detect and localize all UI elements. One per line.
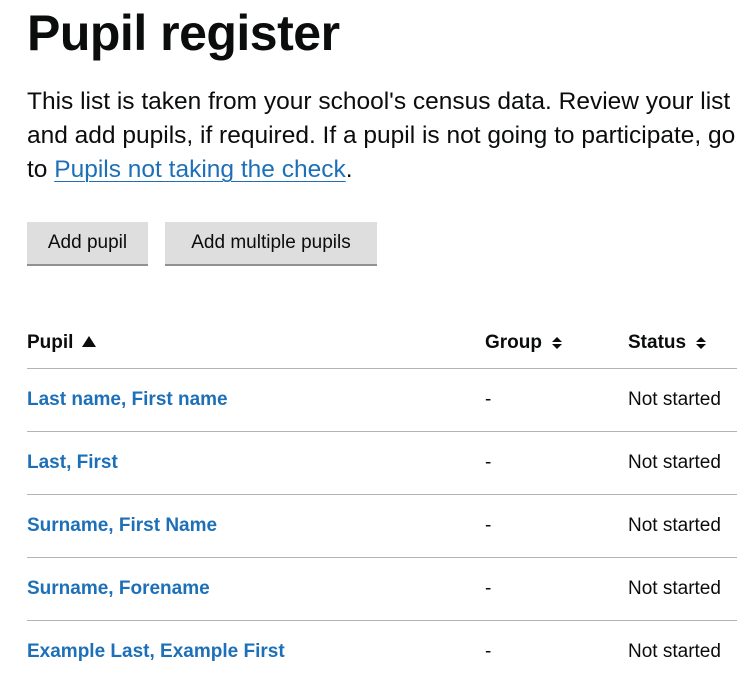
table-row: Surname, First Name - Not started — [27, 495, 737, 558]
pupil-status: Not started — [628, 369, 737, 432]
pupil-group: - — [485, 369, 628, 432]
column-header-pupil[interactable]: Pupil — [27, 318, 485, 369]
pupils-not-taking-check-link[interactable]: Pupils not taking the check — [54, 156, 345, 183]
table-row: Last, First - Not started — [27, 432, 737, 495]
page-title: Pupil register — [27, 4, 340, 62]
column-header-group[interactable]: Group — [485, 318, 628, 369]
intro-text-end: . — [346, 156, 353, 183]
pupil-status: Not started — [628, 432, 737, 495]
pupil-register-table: Pupil Group Status Last name, First name… — [27, 318, 737, 683]
sort-icon — [552, 337, 562, 349]
column-header-group-label: Group — [485, 332, 542, 353]
table-row: Surname, Forename - Not started — [27, 558, 737, 621]
intro-paragraph: This list is taken from your school's ce… — [27, 85, 755, 187]
table-row: Last name, First name - Not started — [27, 369, 737, 432]
pupil-group: - — [485, 558, 628, 621]
table-row: Example Last, Example First - Not starte… — [27, 621, 737, 683]
column-header-pupil-label: Pupil — [27, 332, 73, 353]
add-multiple-pupils-button[interactable]: Add multiple pupils — [165, 222, 377, 264]
pupil-status: Not started — [628, 621, 737, 683]
sort-icon — [696, 337, 706, 349]
add-pupil-button[interactable]: Add pupil — [27, 222, 148, 264]
pupil-name-link[interactable]: Surname, Forename — [27, 578, 210, 599]
column-header-status[interactable]: Status — [628, 318, 737, 369]
pupil-name-link[interactable]: Example Last, Example First — [27, 641, 285, 662]
pupil-status: Not started — [628, 558, 737, 621]
pupil-group: - — [485, 621, 628, 683]
pupil-name-link[interactable]: Surname, First Name — [27, 515, 217, 536]
table-header-row: Pupil Group Status — [27, 318, 737, 369]
pupil-status: Not started — [628, 495, 737, 558]
pupil-group: - — [485, 495, 628, 558]
sort-ascending-icon — [82, 336, 96, 347]
pupil-group: - — [485, 432, 628, 495]
pupil-name-link[interactable]: Last name, First name — [27, 389, 228, 410]
pupil-name-link[interactable]: Last, First — [27, 452, 118, 473]
column-header-status-label: Status — [628, 332, 686, 353]
